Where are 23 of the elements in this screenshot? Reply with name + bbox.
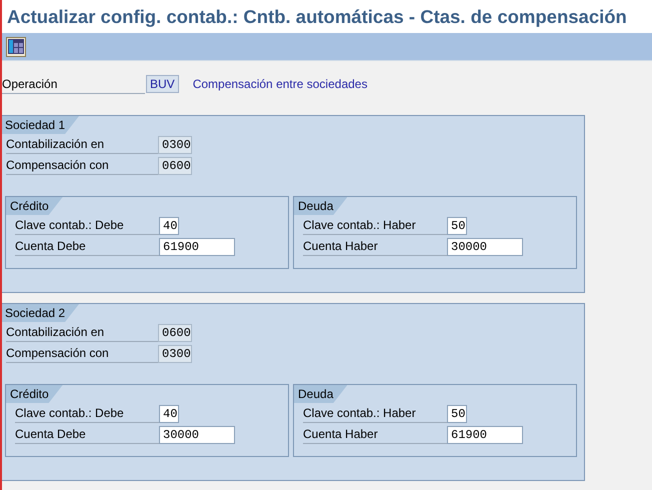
group-title: Deuda [294,385,348,403]
input-field[interactable]: 61900 [447,426,523,444]
group-title: Sociedad 2 [2,304,80,322]
group-title: Sociedad 1 [2,116,80,134]
display-field: 0600 [158,156,192,174]
display-field: 0300 [158,136,192,154]
input-field[interactable]: 40 [159,216,179,234]
group-title: Deuda [294,197,348,215]
display-field: 0300 [158,344,192,362]
input-field[interactable]: 40 [159,404,179,422]
input-field[interactable]: 50 [447,404,467,422]
input-field[interactable]: 61900 [159,238,235,256]
display-field: 0600 [158,324,192,342]
operation-description: Compensación entre sociedades [192,77,368,91]
group-title: Crédito [6,385,63,403]
operation-code: BUV [146,75,179,93]
table-icon[interactable] [6,36,26,56]
field-label: Operación [2,74,145,94]
window-title: Actualizar config. contab.: Cntb. automáticas - Ctas. de compensación [7,6,627,28]
input-field[interactable]: 50 [447,216,467,234]
input-field[interactable]: 30000 [447,238,523,256]
group-title: Crédito [6,197,63,215]
input-field[interactable]: 30000 [159,426,235,444]
